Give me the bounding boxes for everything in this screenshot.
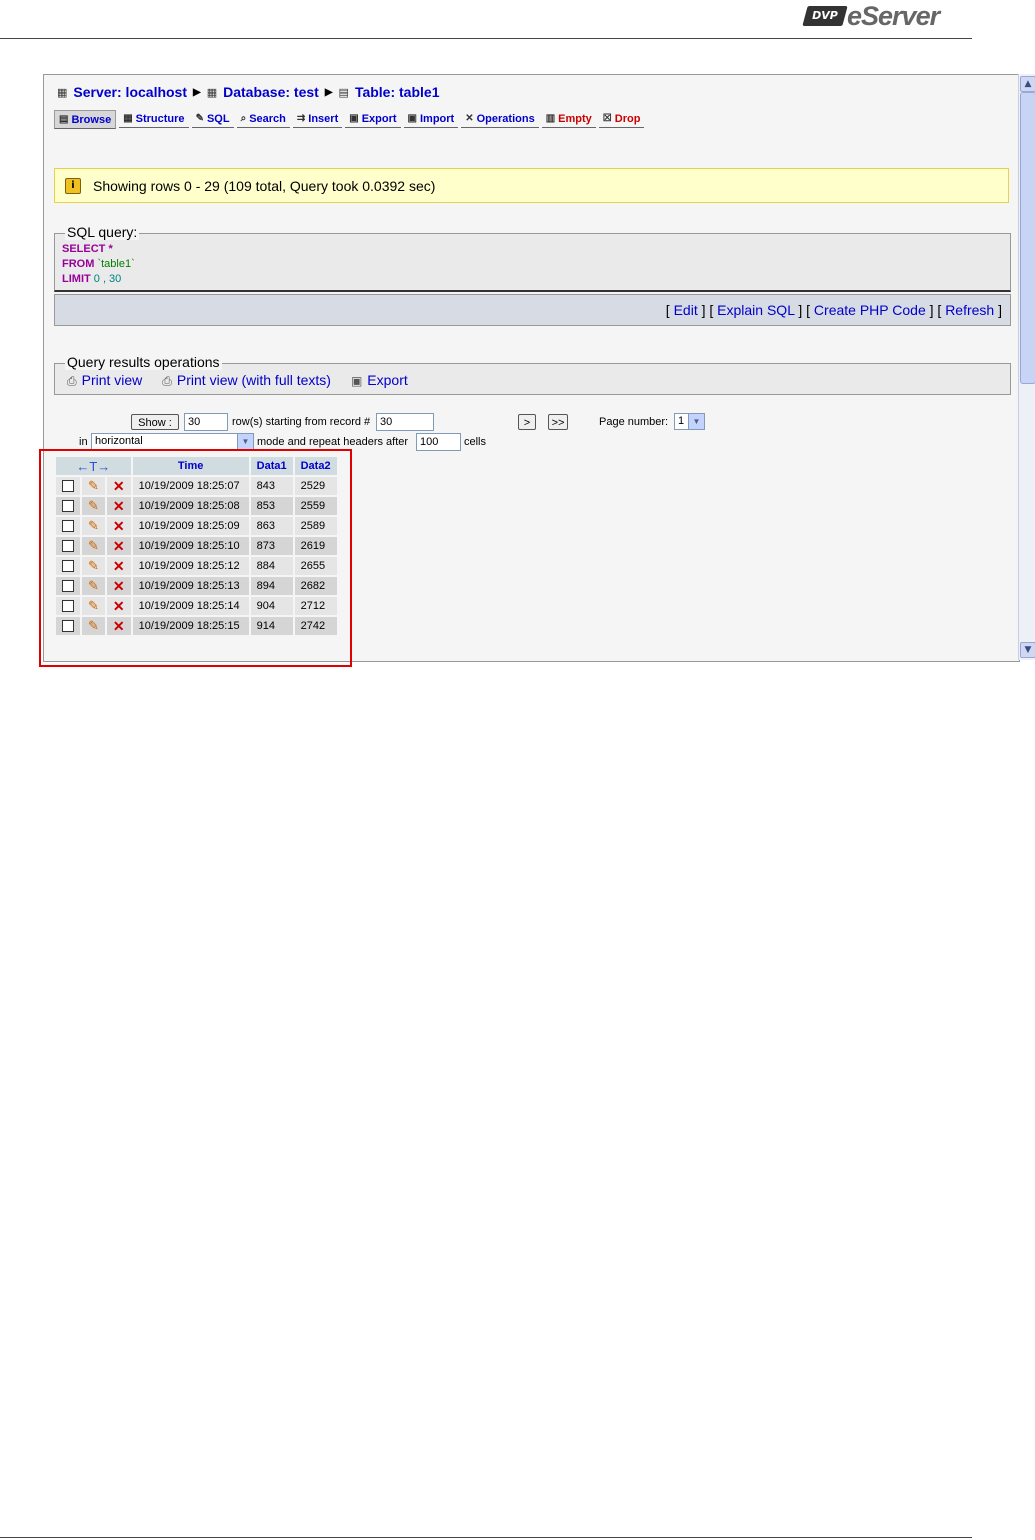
export-icon: ▣ [349,113,359,124]
repeat-headers-input[interactable]: 100 [416,433,461,451]
tab-operations[interactable]: ✕ Operations [461,110,539,128]
empty-icon: ▥ [545,113,556,124]
mode-label: mode and repeat headers after [257,436,409,448]
tab-bar: ▤ Browse ▦ Structure ✎ SQL ⌕ Search ⇉ Insert … [54,110,645,129]
print-view-link[interactable]: ⎙ Print view [67,372,142,389]
tab-drop[interactable]: ☒ Drop [598,110,645,128]
query-results-operations: Query results operations ⎙ Print view ⎙ Pr… [54,354,1011,395]
scroll-up-icon[interactable]: ▲ [1020,76,1035,92]
breadcrumb-arrow-icon: ▶ [193,86,201,98]
tab-sql[interactable]: ✎ SQL [191,110,234,128]
breadcrumb-table[interactable]: Table: table1 [355,84,440,100]
import-icon: ▣ [407,113,417,124]
next-page-button[interactable]: > [518,414,536,430]
printer-icon: ⎙ [162,374,172,388]
in-label: in [79,436,88,448]
export-icon: ▣ [350,374,363,388]
query-notice: i Showing rows 0 - 29 (109 total, Query … [54,168,1009,203]
edit-link[interactable]: Edit [674,302,698,318]
breadcrumb-server[interactable]: Server: localhost [73,84,187,100]
sql-query-legend: SQL query: [65,224,140,240]
last-page-button[interactable]: >> [548,414,568,430]
tab-import[interactable]: ▣ Import [403,110,459,128]
eserver-wordmark: eServer [847,1,940,31]
browse-icon: ▤ [59,114,69,125]
header-divider [0,38,972,39]
rows-label: row(s) starting from record # [232,416,371,428]
export-link[interactable]: ▣ Export [351,372,408,389]
server-icon: ▦ [57,85,68,99]
search-icon: ⌕ [240,113,247,124]
tab-empty[interactable]: ▥ Empty [541,110,596,128]
tab-search[interactable]: ⌕ Search [236,110,290,128]
highlight-frame [39,449,352,667]
query-ops-legend: Query results operations [65,354,222,370]
printer-icon: ⎙ [67,374,77,388]
rows-input[interactable]: 30 [184,413,228,431]
structure-icon: ▦ [123,113,133,124]
breadcrumb-arrow-icon: ▶ [324,86,333,98]
breadcrumb: ▦ Server: localhost ▶ ▦ Database: test ▶… [57,84,439,100]
show-button[interactable]: Show : [131,414,179,430]
mode-select[interactable]: horizontal ▼ [91,433,254,450]
dvp-badge: DVP [802,6,848,26]
tab-insert[interactable]: ⇉ Insert [292,110,343,128]
sql-query-text: SELECT * FROM `table1` LIMIT 0 , 30 [62,243,135,285]
table-icon: ▤ [338,85,349,99]
chevron-down-icon: ▼ [688,414,704,429]
scroll-down-icon[interactable]: ▼ [1020,642,1035,658]
eserver-logo: DVP eServer [802,1,965,33]
page-number-label: Page number: [599,416,669,428]
insert-icon: ⇉ [296,113,306,124]
tab-structure[interactable]: ▦ Structure [119,110,189,128]
tab-browse[interactable]: ▤ Browse [54,110,117,129]
footer-divider [0,1537,972,1538]
create-php-code-link[interactable]: Create PHP Code [814,302,926,318]
sql-query-box: SQL query: SELECT * FROM `table1` LIMIT … [54,224,1011,292]
chevron-down-icon: ▼ [237,434,253,449]
tab-export[interactable]: ▣ Export [345,110,401,128]
cells-label: cells [464,436,487,448]
refresh-link[interactable]: Refresh [945,302,994,318]
vertical-scrollbar[interactable]: ▲ ▼ [1018,74,1035,660]
sql-actions-bar: [ Edit ] [ Explain SQL ] [ Create PHP Co… [54,294,1011,326]
explain-sql-link[interactable]: Explain SQL [717,302,794,318]
breadcrumb-database[interactable]: Database: test [223,84,319,100]
start-record-input[interactable]: 30 [376,413,434,431]
print-view-full-link[interactable]: ⎙ Print view (with full texts) [162,372,331,389]
page-number-select[interactable]: 1 ▼ [674,413,705,430]
operations-icon: ✕ [465,113,474,124]
info-icon: i [65,177,81,194]
database-icon: ▦ [206,85,218,99]
sql-icon: ✎ [195,113,204,124]
notice-text: Showing rows 0 - 29 (109 total, Query to… [93,177,436,194]
drop-icon: ☒ [602,113,612,124]
scrollbar-thumb[interactable] [1020,92,1035,384]
